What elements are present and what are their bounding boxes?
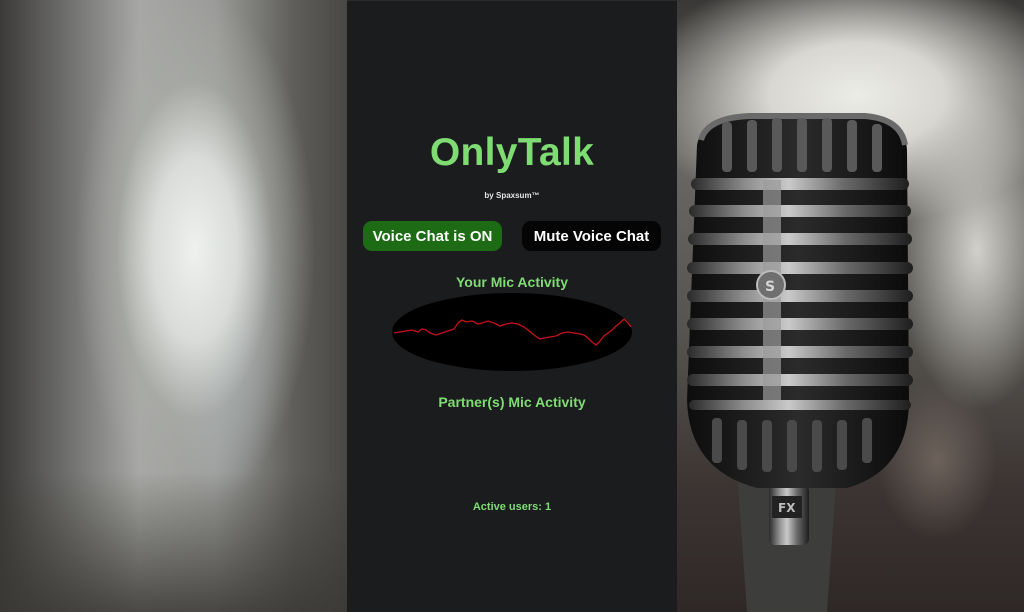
background-photo-left (0, 0, 347, 612)
my-mic-activity-label: Your Mic Activity (455, 274, 569, 290)
my-mic-activity-visualizer (392, 293, 632, 371)
app-root: FX S OnlyTalk by Spaxsum™ Voice Chat is … (0, 0, 1024, 612)
active-users-count: Active users: 1 (472, 501, 552, 513)
partner-mic-activity-label: Partner(s) Mic Activity (438, 394, 586, 410)
svg-text:S: S (765, 279, 775, 295)
app-byline: by Spaxsum™ (484, 191, 540, 200)
microphone-image: FX S (687, 113, 913, 612)
app-title: OnlyTalk (429, 131, 595, 174)
voice-chat-toggle-button[interactable]: Voice Chat is ON (363, 221, 502, 251)
voice-chat-panel: OnlyTalk by Spaxsum™ Voice Chat is ON Mu… (347, 0, 677, 612)
svg-text:FX: FX (778, 501, 796, 515)
mute-voice-chat-button[interactable]: Mute Voice Chat (522, 221, 661, 251)
